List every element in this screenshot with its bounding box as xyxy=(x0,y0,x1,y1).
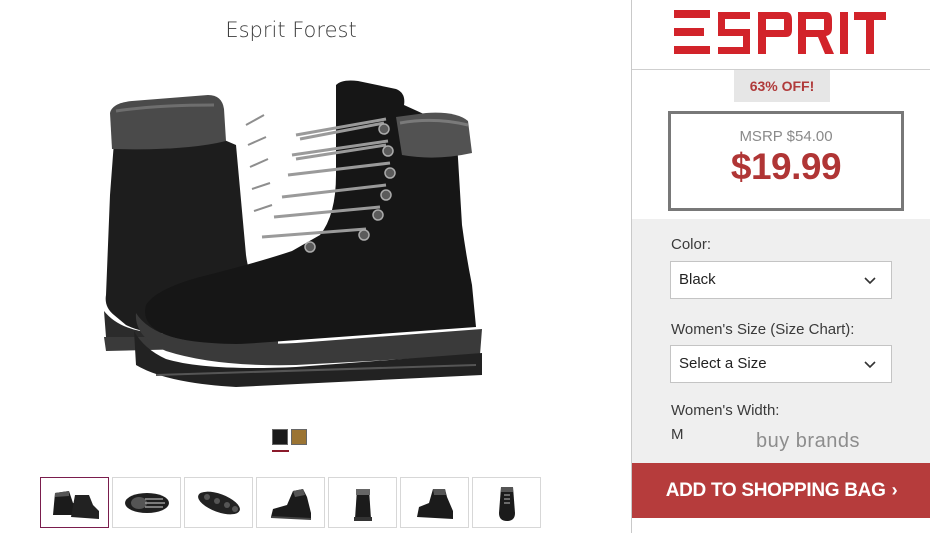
thumbnail-strip xyxy=(40,477,541,528)
discount-badge: 63% OFF! xyxy=(734,70,830,102)
chevron-right-icon: › xyxy=(891,480,898,500)
product-main-image[interactable] xyxy=(96,75,488,405)
selected-swatch-indicator xyxy=(272,450,289,452)
tan-swatch[interactable] xyxy=(291,429,307,445)
watermark-text: buy brands xyxy=(756,430,860,452)
price-box: MSRP $54.00 $19.99 xyxy=(668,111,904,211)
product-title: Esprit Forest xyxy=(225,18,357,42)
thumb-side-view[interactable] xyxy=(256,477,325,528)
thumb-pair-view[interactable] xyxy=(40,477,109,528)
msrp-price: MSRP $54.00 xyxy=(739,128,833,145)
thumb-front-view[interactable] xyxy=(472,477,541,528)
boots-illustration xyxy=(104,80,482,387)
add-to-bag-label: ADD TO SHOPPING BAG xyxy=(665,480,886,501)
size-select[interactable]: Select a Size xyxy=(670,345,892,383)
add-to-shopping-bag-button[interactable]: ADD TO SHOPPING BAG › xyxy=(632,463,930,518)
width-value: M xyxy=(671,426,684,443)
thumb-back-view[interactable] xyxy=(328,477,397,528)
purchase-panel: 63% OFF! MSRP $54.00 $19.99 Color: Black… xyxy=(631,0,930,533)
thumb-top-view[interactable] xyxy=(112,477,181,528)
options-section: Color: Black Women's Size (Size Chart): … xyxy=(632,219,930,463)
color-select-value: Black xyxy=(679,271,716,288)
chevron-down-icon xyxy=(864,361,876,369)
panel-footer-space xyxy=(632,518,930,533)
thumb-angle-view[interactable] xyxy=(400,477,469,528)
color-label: Color: xyxy=(671,236,712,253)
size-select-value: Select a Size xyxy=(679,355,767,372)
width-label: Women's Width: xyxy=(671,402,780,419)
thumb-sole-view[interactable] xyxy=(184,477,253,528)
color-swatches xyxy=(272,429,307,445)
esprit-logo[interactable] xyxy=(672,6,888,62)
chevron-down-icon xyxy=(864,277,876,285)
color-select[interactable]: Black xyxy=(670,261,892,299)
black-swatch[interactable] xyxy=(272,429,288,445)
sale-price: $19.99 xyxy=(730,146,842,187)
size-label: Women's Size (Size Chart): xyxy=(671,321,855,338)
